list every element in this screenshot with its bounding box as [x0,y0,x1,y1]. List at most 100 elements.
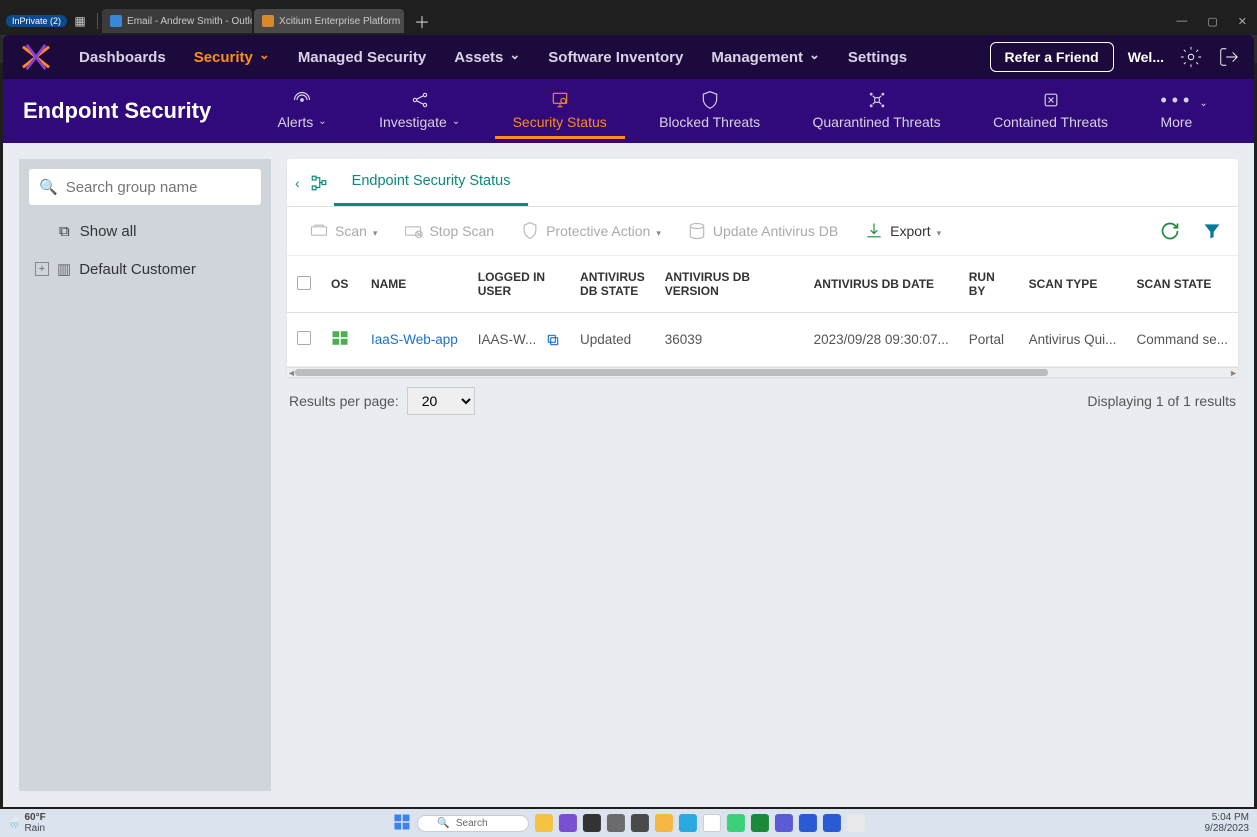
subtab-contained-threats[interactable]: Contained Threats [975,84,1126,139]
collapse-sidebar-button[interactable]: ‹ [291,175,304,191]
taskbar-app-2[interactable] [559,814,577,832]
company-icon: ▥ [57,260,71,278]
weather-icon: 🌧️ [8,818,20,829]
col-name[interactable]: NAME [361,256,468,313]
nav-assets[interactable]: Assets [454,49,520,66]
col-runby[interactable]: RUN BY [959,256,1019,313]
results-per-page-label: Results per page: [289,393,399,409]
horizontal-scrollbar[interactable]: ◄ ► [287,367,1238,377]
subtab-more[interactable]: • • • ⌄ More [1142,84,1225,139]
select-all-checkbox[interactable] [297,276,311,290]
endpoint-name-link[interactable]: IaaS-Web-app [371,332,458,347]
taskbar-app-10[interactable] [751,814,769,832]
taskbar-search[interactable]: 🔍 Search [416,815,528,832]
nav-software-inventory[interactable]: Software Inventory [548,49,683,66]
tree-item-default-customer[interactable]: + ▥ Default Customer [29,252,261,286]
col-dbstate[interactable]: ANTIVIRUS DB STATE [570,256,655,313]
col-user[interactable]: LOGGED IN USER [468,256,570,313]
stop-scan-button[interactable]: Stop Scan [397,217,500,245]
browser-tab-outlook[interactable]: Email - Andrew Smith - Outlook ✕ [102,9,252,33]
refer-friend-button[interactable]: Refer a Friend [990,42,1114,72]
favicon-outlook [110,15,122,27]
sub-nav: Endpoint Security Alerts⌄ Investigate⌄ S… [3,79,1254,143]
taskbar-app-9[interactable] [727,814,745,832]
nav-managed-security[interactable]: Managed Security [298,49,426,66]
nav-security[interactable]: Security [194,49,270,66]
layers-icon: ⧉ [59,223,70,240]
taskbar-app-8[interactable] [703,814,721,832]
cell-dbver: 36039 [655,313,804,367]
nav-dashboards[interactable]: Dashboards [79,49,166,66]
nav-management[interactable]: Management [711,49,820,66]
close-icon[interactable]: ✕ [400,16,404,27]
os-icon [321,313,361,367]
protective-action-button[interactable]: Protective Action [514,217,667,245]
export-button[interactable]: Export [858,217,947,245]
taskbar-app-7[interactable] [679,814,697,832]
welcome-label[interactable]: Wel... [1128,49,1164,65]
workspaces-icon[interactable]: ▦ [71,14,89,28]
scan-button[interactable]: Scan [303,217,383,245]
taskbar-app-1[interactable] [535,814,553,832]
search-icon: 🔍 [39,178,58,196]
taskbar-app-3[interactable] [583,814,601,832]
weather-widget[interactable]: 🌧️ 60°F Rain [8,812,46,834]
taskbar-app-4[interactable] [607,814,625,832]
taskbar-app-6[interactable] [655,814,673,832]
copy-icon[interactable] [546,333,560,347]
filter-icon[interactable] [1202,221,1222,241]
panel-tab-status[interactable]: Endpoint Security Status [334,159,529,206]
subtab-blocked-threats[interactable]: Blocked Threats [641,84,778,139]
results-table: OS NAME LOGGED IN USER ANTIVIRUS DB STAT… [287,256,1238,377]
cell-scantype: Antivirus Qui... [1019,313,1127,367]
search-group-field[interactable] [66,179,265,196]
taskbar-app-14[interactable] [847,814,865,832]
cell-runby: Portal [959,313,1019,367]
col-os[interactable]: OS [321,256,361,313]
col-dbdate[interactable]: ANTIVIRUS DB DATE [804,256,959,313]
subtab-quarantined-threats[interactable]: Quarantined Threats [795,84,959,139]
hierarchy-icon[interactable] [310,174,328,192]
expand-icon[interactable]: + [35,262,49,276]
taskbar-app-11[interactable] [775,814,793,832]
browser-chrome: InPrivate (2) ▦ Email - Andrew Smith - O… [0,0,1257,35]
favicon-xcitium [262,15,274,27]
show-all-button[interactable]: ⧉ Show all [29,211,261,252]
windows-taskbar: 🌧️ 60°F Rain 🔍 Search 5:04 PM 9/28/2023 [0,809,1257,837]
col-scanstate[interactable]: SCAN STATE [1126,256,1238,313]
col-scantype[interactable]: SCAN TYPE [1019,256,1127,313]
page-title: Endpoint Security [23,98,211,124]
start-button[interactable] [392,813,410,834]
app-root: Dashboards Security Managed Security Ass… [3,35,1254,807]
main-panel: ‹ Endpoint Security Status Scan Stop Sca… [287,159,1238,791]
logo[interactable] [17,43,55,71]
taskbar-app-12[interactable] [799,814,817,832]
subtab-security-status[interactable]: Security Status [495,84,625,139]
maximize-icon[interactable]: ▢ [1197,11,1227,32]
results-summary: Displaying 1 of 1 results [1087,393,1236,409]
browser-tab-xcitium[interactable]: Xcitium Enterprise Platform ✕ [254,9,404,33]
refresh-icon[interactable] [1160,221,1180,241]
nav-settings[interactable]: Settings [848,49,907,66]
row-checkbox[interactable] [297,331,311,345]
new-tab-button[interactable]: ＋ [406,9,438,33]
update-db-button[interactable]: Update Antivirus DB [681,217,844,245]
sidebar: 🔍 ⧉ Show all + ▥ Default Customer [19,159,271,791]
gear-icon[interactable] [1180,46,1202,68]
system-clock[interactable]: 5:04 PM 9/28/2023 [1205,812,1250,834]
subtab-alerts[interactable]: Alerts⌄ [259,84,344,139]
logout-icon[interactable] [1218,46,1240,68]
subtab-investigate[interactable]: Investigate⌄ [361,84,478,139]
results-per-page-select[interactable]: 20 [407,387,475,415]
toolbar: Scan Stop Scan Protective Action Update … [287,207,1238,256]
cell-scanstate: Command se... [1126,313,1238,367]
search-group-input[interactable]: 🔍 [29,169,261,205]
table-header-row: OS NAME LOGGED IN USER ANTIVIRUS DB STAT… [287,256,1238,313]
table-row[interactable]: IaaS-Web-app IAAS-W... Updated 36039 202… [287,313,1238,367]
taskbar-app-13[interactable] [823,814,841,832]
taskbar-app-5[interactable] [631,814,649,832]
col-dbver[interactable]: ANTIVIRUS DB VERSION [655,256,804,313]
minimize-icon[interactable]: — [1166,11,1197,32]
close-window-icon[interactable]: ✕ [1228,11,1257,32]
content-area: 🔍 ⧉ Show all + ▥ Default Customer ‹ Endp… [3,143,1254,807]
